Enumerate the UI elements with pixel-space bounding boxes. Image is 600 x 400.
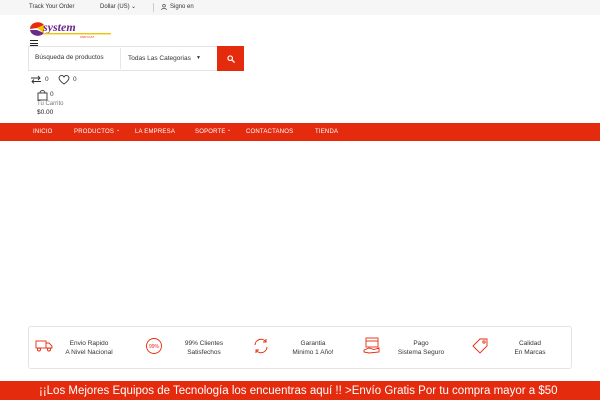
cart-total: $0.00	[37, 109, 54, 116]
svg-text:ANDYCAT: ANDYCAT	[80, 35, 94, 39]
compare-count: 0	[45, 76, 49, 83]
site-logo[interactable]: system ANDYCAT	[28, 19, 114, 39]
feature-subtitle: Sistema Seguro	[397, 349, 445, 356]
feature-title: Envio Rapido	[69, 340, 109, 347]
nav-item-inicio[interactable]: INICIO	[33, 129, 53, 135]
feature-title: Calidad	[518, 340, 542, 347]
feature-fast-shipping: Envio Rapido A Nivel Nacional	[29, 327, 139, 368]
feature-title: 99% Clientes	[184, 340, 224, 347]
chevron-down-icon[interactable]: ⌄	[116, 127, 120, 133]
chevron-down-icon[interactable]: ⌄	[131, 3, 136, 10]
nav-item-soporte[interactable]: SOPORTE	[195, 129, 226, 135]
search-icon	[226, 54, 235, 63]
search-input[interactable]	[35, 54, 121, 61]
feature-quality: Calidad En Marcas	[469, 327, 571, 368]
refresh-icon	[254, 338, 268, 354]
shopping-bag-icon[interactable]	[37, 89, 48, 101]
search-bar: Todas Las Categorias ▼	[28, 46, 244, 71]
nav-item-la-empresa[interactable]: LA EMPRESA	[135, 129, 175, 135]
feature-satisfaction: 99% 99% Clientes Satisfechos	[139, 327, 249, 368]
currency-selector[interactable]: Dollar (US)	[100, 4, 130, 10]
user-icon	[161, 4, 167, 12]
feature-secure-payment: Pago Sistema Seguro	[359, 327, 469, 368]
cart-count: 0	[50, 91, 54, 98]
cart-label[interactable]: Tu Carrito	[37, 101, 63, 107]
features-strip: Envio Rapido A Nivel Nacional 99% 99% Cl…	[28, 326, 572, 369]
feature-subtitle: En Marcas	[514, 349, 546, 356]
secure-payment-icon	[363, 337, 380, 354]
feature-subtitle: Minimo 1 Año!	[292, 349, 334, 356]
svg-text:system: system	[42, 20, 76, 34]
category-select[interactable]: Todas Las Categorias	[128, 55, 191, 62]
tag-icon	[472, 338, 488, 354]
feature-subtitle: Satisfechos	[187, 349, 221, 356]
nav-item-tienda[interactable]: TIENDA	[315, 129, 338, 135]
wishlist-count: 0	[73, 76, 77, 83]
track-order-link[interactable]: Track Your Order	[29, 4, 74, 10]
search-button[interactable]	[217, 46, 244, 71]
feature-warranty: Garantia Minimo 1 Año!	[249, 327, 359, 368]
caret-down-icon[interactable]: ▼	[196, 55, 201, 61]
percent-badge-icon: 99%	[146, 338, 162, 354]
compare-icon[interactable]	[30, 74, 42, 85]
feature-title: Garantia	[300, 340, 326, 347]
svg-text:99%: 99%	[149, 344, 160, 350]
promo-banner: ¡¡Los Mejores Equipos de Tecnología los …	[0, 381, 600, 400]
top-bar: Track Your Order Dollar (US) ⌄ Signo en	[0, 0, 600, 15]
divider	[153, 3, 154, 12]
nav-item-contactanos[interactable]: CONTACTANOS	[246, 129, 293, 135]
heart-icon[interactable]	[58, 74, 70, 85]
feature-subtitle: A Nivel Nacional	[65, 349, 113, 356]
divider	[120, 48, 121, 69]
promo-text: ¡¡Los Mejores Equipos de Tecnología los …	[39, 385, 558, 397]
main-nav: INICIO PRODUCTOS ⌄ LA EMPRESA SOPORTE ⌄ …	[0, 123, 600, 141]
chevron-down-icon[interactable]: ⌄	[227, 127, 231, 133]
feature-title: Pago	[413, 340, 429, 347]
nav-item-productos[interactable]: PRODUCTOS	[74, 129, 114, 135]
sign-in-link[interactable]: Signo en	[170, 4, 194, 10]
